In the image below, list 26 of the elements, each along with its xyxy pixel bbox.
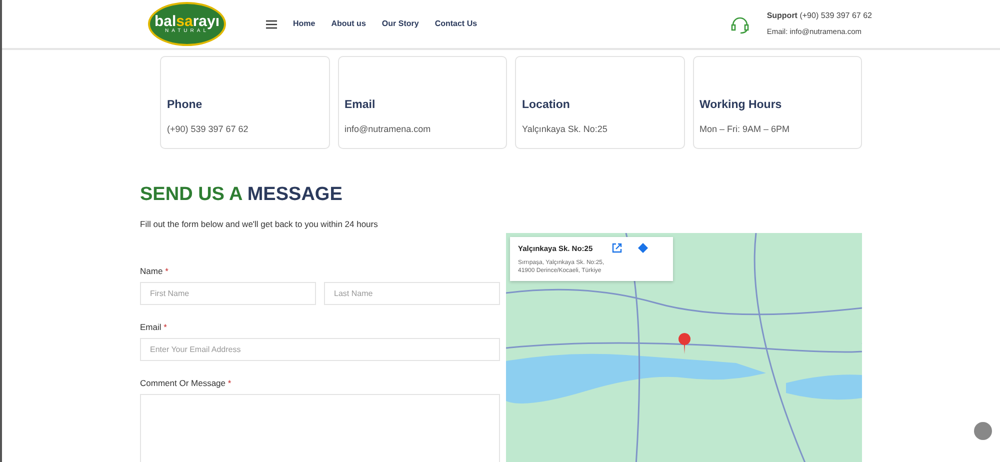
card-value: info@nutramena.com	[344, 122, 432, 136]
nav-link[interactable]: Home	[293, 18, 316, 30]
input-field[interactable]: First Name	[140, 282, 316, 305]
card-value: Yalçınkaya Sk. No:25	[522, 122, 608, 136]
card-title: Email	[344, 98, 376, 114]
support-phone: Support (+90) 539 397 67 62	[766, 10, 872, 22]
directions-icon[interactable]	[638, 243, 648, 254]
nav-link[interactable]: Contact Us	[434, 18, 478, 30]
field-label: Email *	[140, 321, 168, 334]
form-intro: Fill out the form below and we'll get back to you within 24 hours	[140, 218, 379, 230]
external-link-icon[interactable]	[612, 243, 622, 254]
card-title: Location	[522, 98, 571, 114]
card-value: Mon – Fri: 9AM – 6PM	[700, 122, 791, 136]
nav-link[interactable]: Our Story	[382, 18, 419, 30]
input-field[interactable]: Enter Your Email Address	[140, 338, 500, 361]
nav-link[interactable]: About us	[331, 18, 366, 30]
card-title: Phone	[167, 98, 204, 114]
input-field[interactable]: Last Name	[324, 282, 500, 305]
section-heading: SEND US A MESSAGE	[140, 183, 344, 207]
message-field[interactable]	[140, 394, 500, 462]
card-title: Working Hours	[700, 98, 783, 114]
field-label: Name *	[140, 265, 170, 278]
menu-icon[interactable]	[266, 20, 277, 28]
card-value: (+90) 539 397 67 62	[167, 122, 250, 136]
field-label: Comment Or Message *	[140, 376, 232, 390]
scroll-top-button[interactable]	[974, 422, 992, 440]
